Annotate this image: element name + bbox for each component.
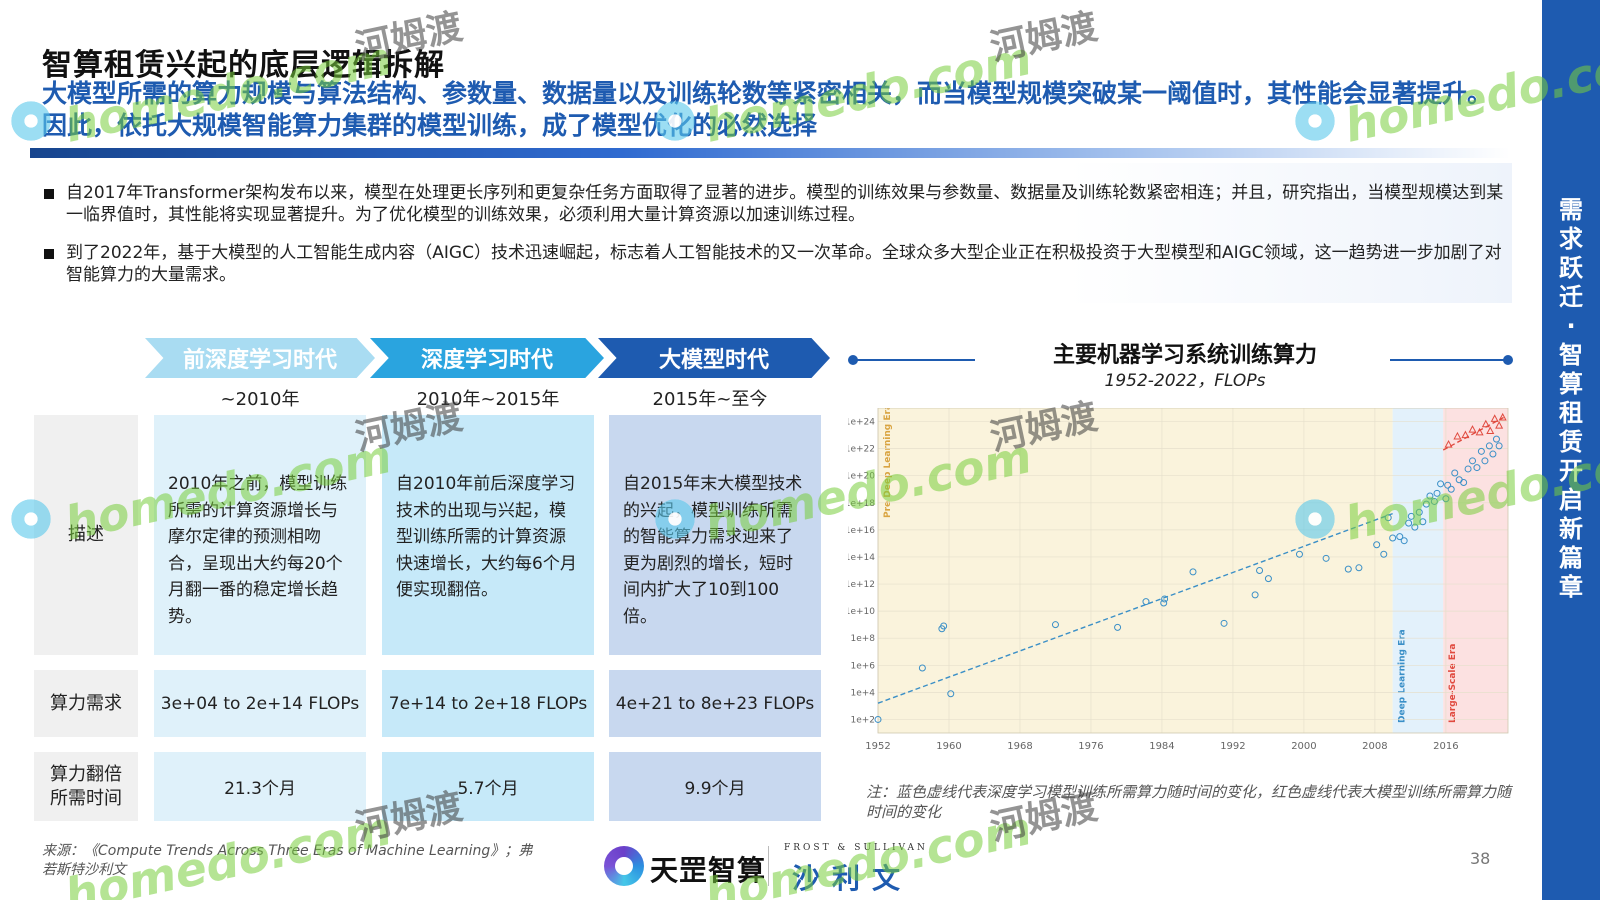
compute-scatter-chart: Pre Deep Learning Era Deep Learning Era La… — [848, 408, 1509, 752]
era-region-label: Large-Scale Era — [1448, 644, 1458, 723]
era-deep-learning: 深度学习时代 — [370, 338, 604, 378]
y-tick-label: 1e+16 — [848, 526, 875, 536]
era-large-model: 大模型时代 — [598, 338, 830, 378]
row-header-doubling-time: 算力翻倍所需时间 — [34, 752, 138, 821]
tiangang-logo-icon — [604, 846, 644, 886]
cell-doubling-time: 21.3个月 — [154, 752, 366, 821]
bullet-item: 到了2022年，基于大模型的人工智能生成内容（AIGC）技术迅速崛起，标志着人工… — [44, 242, 1504, 286]
chart-title-rule — [852, 359, 975, 361]
chart-title-dot — [1503, 355, 1513, 365]
y-tick-label: 1e+22 — [848, 445, 875, 455]
page-number: 38 — [1470, 849, 1491, 868]
cell-compute-demand: 3e+04 to 2e+14 FLOPs — [154, 670, 366, 737]
cell-description: 自2015年末大模型技术的兴起，模型训练所需的智能算力需求迎来了更为剧烈的增长，… — [609, 415, 821, 655]
cell-doubling-time: 5.7个月 — [382, 752, 594, 821]
x-tick-label: 2008 — [1362, 741, 1387, 752]
chart-subtitle: 1952-2022，FLOPs — [1104, 371, 1266, 391]
chart-title-dot — [848, 355, 858, 365]
x-tick-label: 2000 — [1291, 741, 1316, 752]
era-region — [878, 408, 1393, 733]
x-tick-label: 1960 — [936, 741, 961, 752]
era-period: 2015年~至今 — [652, 389, 768, 410]
x-tick-label: 1992 — [1220, 741, 1245, 752]
y-tick-label: 1e+8 — [850, 634, 875, 644]
subtitle-underline — [30, 148, 1510, 158]
y-tick-label: 1e+12 — [848, 580, 875, 590]
era-pre-deep-learning: 前深度学习时代 — [145, 338, 375, 378]
chart-title-rule — [1390, 359, 1512, 361]
watermark-cn: 河姆渡 — [986, 6, 1102, 69]
cell-compute-demand: 7e+14 to 2e+18 FLOPs — [382, 670, 594, 737]
era-period: ~2010年 — [220, 389, 300, 410]
source-citation: 来源：《Compute Trends Across Three Eras of … — [42, 843, 533, 878]
y-tick-label: 1e+6 — [850, 661, 875, 671]
side-bar-label: 需求跃迁 · 智算租赁开启新篇章 — [1559, 196, 1583, 601]
row-header-description: 描述 — [34, 415, 138, 655]
cell-description: 2010年之前，模型训练所需的计算资源增长与摩尔定律的预测相吻合，呈现出大约每2… — [154, 415, 366, 655]
era-region-label: Deep Learning Era — [1398, 629, 1408, 723]
cell-doubling-time: 9.9个月 — [609, 752, 821, 821]
cell-description: 自2010年前后深度学习技术的出现与兴起，模型训练所需的计算资源快速增长，大约每… — [382, 415, 594, 655]
tiangang-logo-text: 天罡智算 — [650, 854, 767, 887]
x-tick-label: 1984 — [1149, 741, 1174, 752]
y-tick-label: 1e+2 — [850, 715, 875, 725]
row-header-compute-demand: 算力需求 — [34, 670, 138, 737]
y-tick-label: 1e+10 — [848, 607, 875, 617]
x-tick-label: 1952 — [865, 741, 890, 752]
y-tick-label: 1e+24 — [848, 418, 875, 428]
x-tick-label: 1968 — [1007, 741, 1032, 752]
era-period: 2010年~2015年 — [416, 389, 560, 410]
bullet-item: 自2017年Transformer架构发布以来，模型在处理更长序列和更复杂任务方… — [44, 182, 1504, 226]
frost-sullivan-logo-small: FROST & SULLIVAN — [784, 843, 928, 853]
y-tick-label: 1e+4 — [850, 688, 875, 698]
y-tick-label: 1e+20 — [848, 472, 875, 482]
frost-sullivan-logo-cn: 沙利文 — [792, 862, 913, 895]
logo-divider — [768, 846, 769, 886]
y-tick-label: 1e+14 — [848, 553, 875, 563]
chart-title: 主要机器学习系统训练算力 — [1052, 343, 1317, 368]
chart-note: 注：蓝色虚线代表深度学习模型训练所需算力随时间的变化，红色虚线代表大模型训练所需… — [866, 783, 1512, 821]
page-subtitle: 大模型所需的算力规模与算法结构、参数量、数据量以及训练轮数等紧密相关，而当模型规… — [42, 79, 1493, 140]
era-region-label: Pre Deep Learning Era — [883, 408, 893, 518]
x-tick-label: 2016 — [1433, 741, 1458, 752]
y-tick-label: 1e+18 — [848, 499, 875, 509]
cell-compute-demand: 4e+21 to 8e+23 FLOPs — [609, 670, 821, 737]
x-tick-label: 1976 — [1078, 741, 1103, 752]
